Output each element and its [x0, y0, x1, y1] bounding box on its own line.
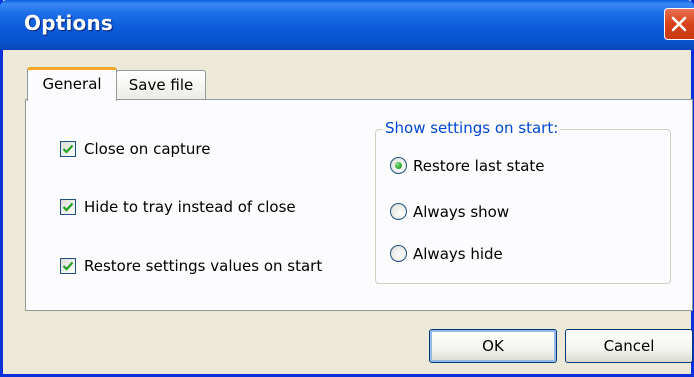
radio-button[interactable]: [390, 203, 407, 220]
checkmark-icon: [62, 202, 74, 212]
options-dialog: Options Save file General Close on captu…: [0, 0, 694, 377]
close-icon: [671, 16, 687, 32]
radio-label: Restore last state: [413, 157, 545, 175]
checkbox-box[interactable]: [60, 141, 76, 157]
radio-label: Always hide: [413, 245, 503, 263]
tab-general[interactable]: General: [27, 67, 117, 101]
radio-button[interactable]: [390, 245, 407, 262]
checkbox-box[interactable]: [60, 199, 76, 215]
tab-save-file[interactable]: Save file: [116, 70, 206, 100]
checkbox-label: Hide to tray instead of close: [84, 198, 296, 216]
general-tab-panel: Close on capture Hide to tray instead of…: [25, 99, 693, 311]
show-settings-groupbox: Show settings on start: Restore last sta…: [375, 119, 671, 284]
radio-label: Always show: [413, 203, 510, 221]
checkmark-icon: [62, 144, 74, 154]
title-bar[interactable]: Options: [0, 0, 694, 50]
checkbox-box[interactable]: [60, 258, 76, 274]
groupbox-title: Show settings on start:: [383, 119, 561, 137]
cancel-button[interactable]: Cancel: [565, 329, 693, 363]
checkmark-icon: [62, 261, 74, 271]
checkbox-label: Restore settings values on start: [84, 257, 323, 275]
close-button[interactable]: [664, 8, 694, 40]
radio-button[interactable]: [390, 157, 407, 174]
ok-button[interactable]: OK: [429, 329, 557, 363]
radio-selected-dot: [395, 162, 402, 169]
checkbox-label: Close on capture: [84, 140, 211, 158]
window-title: Options: [24, 11, 114, 35]
tab-label: Save file: [128, 76, 194, 94]
tab-label: General: [42, 75, 102, 93]
